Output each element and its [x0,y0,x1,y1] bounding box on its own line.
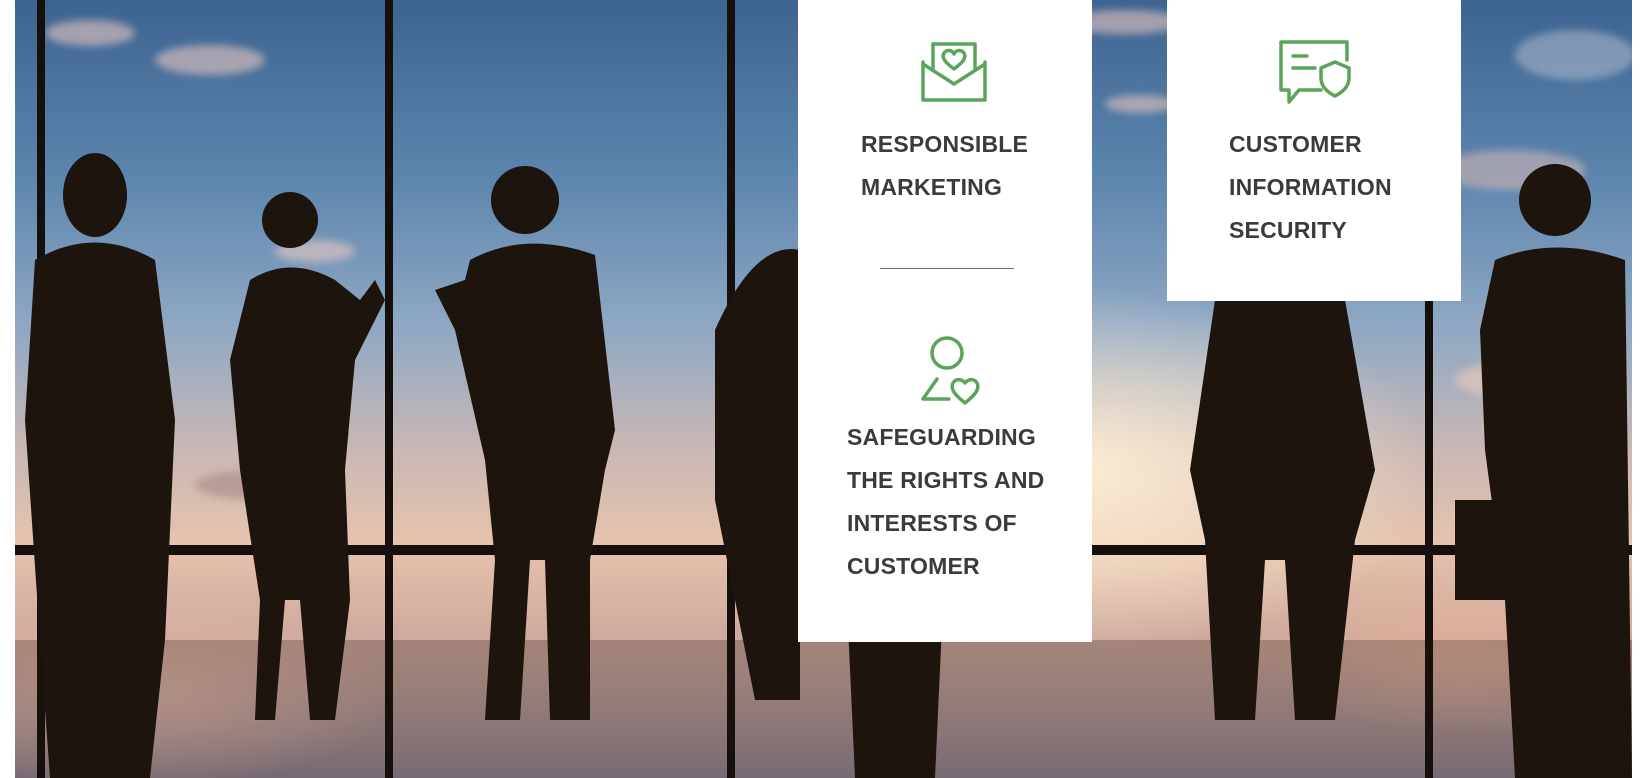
person-heart-icon [921,336,980,405]
responsible-marketing-label: RESPONSIBLE MARKETING [861,131,1029,200]
section-divider [880,268,1014,269]
safeguarding-rights-label: SAFEGUARDING THE RIGHTS AND INTERESTS OF… [847,424,1045,579]
pillar-card-left: RESPONSIBLE MARKETING SAFEGUARDING THE R… [798,0,1092,642]
pillar-card-right: CUSTOMER INFORMATION SECURITY [1167,0,1461,301]
customer-information-security-label: CUSTOMER INFORMATION SECURITY [1229,131,1392,243]
chat-shield-icon [1279,40,1351,104]
envelope-heart-icon [921,42,987,102]
